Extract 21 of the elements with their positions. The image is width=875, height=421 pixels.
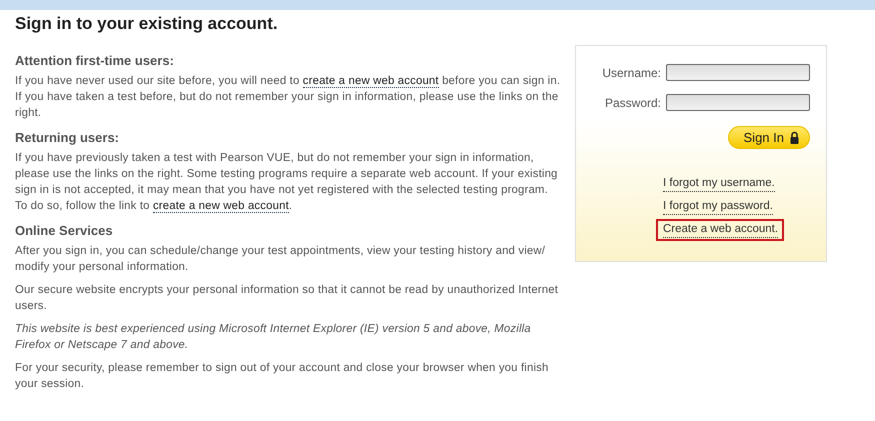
paragraph: For your security, please remember to sign out of your account and close your browser when you finish your session. — [15, 361, 550, 392]
paragraph: If you have previously taken a test with Pearson VUE, but do not remember your sign in information, please use the links on the right. Some testing programs require a separate web account. If your existing sign in is not accepted, it may mean that you have not yet registered with the selected testing program. To do so, follow the link to create a new web account. — [15, 151, 559, 214]
section-heading: Attention first-time users: — [15, 53, 175, 68]
paragraph: This website is best experienced using Microsoft Internet Explorer (IE) version 5 and above, Mozilla Firefox or Netscape 7 and above. — [15, 322, 532, 353]
username-field[interactable] — [666, 64, 810, 81]
create-account-link[interactable]: create a new web account — [302, 75, 439, 88]
account-link[interactable]: I forgot my username. — [663, 176, 775, 192]
section-heading: Online Services — [15, 223, 114, 238]
sign-in-button[interactable]: Sign In — [728, 126, 810, 149]
paragraph: If you have never used our site before, you will need to create a new web account before you can sign in. If you have taken a test before, but do not remember your sign in information, please use the links on the right. — [15, 74, 562, 121]
field-label: Password: — [604, 96, 661, 110]
lock-icon — [790, 131, 799, 144]
page-title: Sign in to your existing account. — [15, 14, 279, 34]
paragraph: After you sign in, you can schedule/change your test appointments, view your testing history and view/ modify your personal information. — [15, 244, 546, 275]
paragraph: Our secure website encrypts your personal information so that it cannot be read by unauthorized Internet users. — [15, 283, 560, 314]
create-account-link[interactable]: create a new web account — [152, 200, 289, 213]
password-field[interactable] — [666, 94, 810, 111]
section-heading: Returning users: — [15, 130, 120, 145]
account-link[interactable]: I forgot my password. — [663, 199, 773, 215]
field-label: Username: — [602, 66, 661, 80]
account-link[interactable]: Create a web account. — [663, 222, 778, 238]
